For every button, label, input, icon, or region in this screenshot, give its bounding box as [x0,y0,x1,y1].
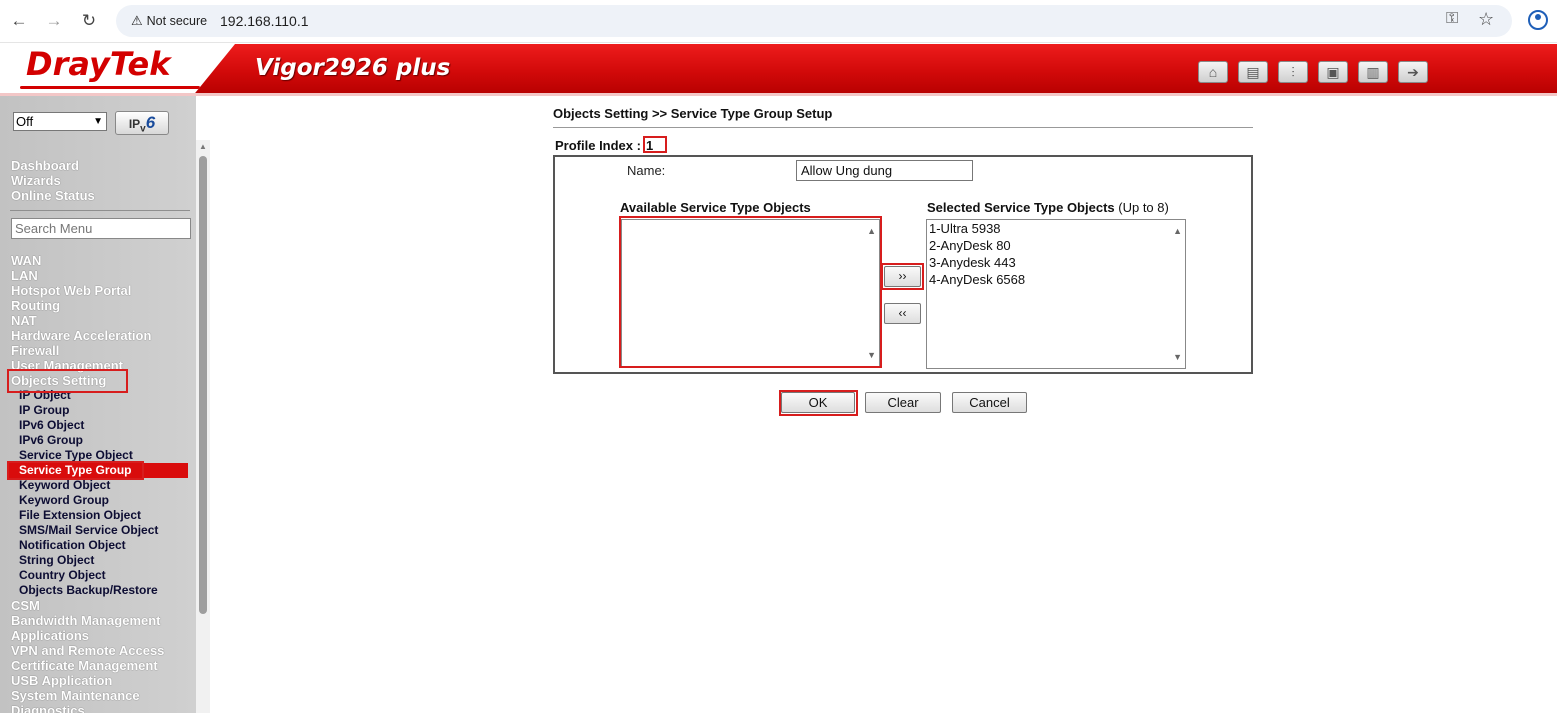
list-item[interactable]: 4-AnyDesk 6568 [929,271,1185,288]
url-text[interactable]: 192.168.110.1 [220,5,309,37]
mode-select-value: Off [16,114,34,129]
logout-icon[interactable]: ➔ [1398,61,1428,83]
profile-index-label: Profile Index : [555,138,641,153]
sidebar-item-certificate[interactable]: Certificate Management [11,658,158,673]
quick-start-icon[interactable]: ▤ [1238,61,1268,83]
search-menu-input[interactable]: Search Menu [11,218,191,239]
sidebar-item-online-status[interactable]: Online Status [11,188,95,203]
sidebar-subitem-sms-mail[interactable]: SMS/Mail Service Object [19,523,158,538]
sidebar-item-system-maintenance[interactable]: System Maintenance [11,688,140,703]
sidebar-item-lan[interactable]: LAN [11,268,38,283]
sidebar-subitem-keyword-group[interactable]: Keyword Group [19,493,109,508]
sidebar-item-diagnostics[interactable]: Diagnostics [11,703,85,713]
mode-select[interactable]: Off ▼ [13,112,107,131]
sidebar-subitem-service-type-object[interactable]: Service Type Object [19,448,133,463]
logo-swoosh [20,86,200,89]
sidebar-item-dashboard[interactable]: Dashboard [11,158,79,173]
chevron-down-icon: ▼ [93,116,103,127]
remove-from-selected-button[interactable]: ‹‹ [884,303,921,324]
scroll-up-icon[interactable]: ▲ [199,142,207,151]
warning-icon: ⚠ [131,13,143,28]
banner-strip [0,93,1557,96]
name-input[interactable]: Allow Ung dung [796,160,973,181]
ipv6-label-prefix: IP [128,117,141,131]
cancel-button[interactable]: Cancel [952,392,1027,413]
name-label: Name: [627,163,666,178]
sidebar-subitem-service-type-group[interactable]: Service Type Group [19,463,131,478]
sidebar-subitem-file-extension[interactable]: File Extension Object [19,508,141,523]
router-banner: DrayTek Vigor2926 plus ⌂ ▤ ⫶ ▣ ▥ ➔ [0,44,1557,96]
security-label: Not secure [146,14,208,28]
title-divider [553,127,1253,128]
security-chip[interactable]: ⚠ Not secure [125,9,213,33]
sidebar-item-usb[interactable]: USB Application [11,673,112,688]
sidebar-item-bandwidth[interactable]: Bandwidth Management [11,613,161,628]
manual-book-icon[interactable]: ▥ [1358,61,1388,83]
sidebar-menu: Off ▼ IPv6 Dashboard Wizards Online Statu… [0,96,196,713]
sidebar-subitem-ip-group[interactable]: IP Group [19,403,69,418]
selected-objects-label: Selected Service Type Objects (Up to 8) [927,200,1169,215]
selected-objects-title: Selected Service Type Objects [927,200,1115,215]
list-scroll-down-icon[interactable]: ▼ [867,347,876,364]
logo-area: DrayTek [0,44,235,96]
address-bar[interactable]: ⚠ Not secure 192.168.110.1 ⚿ ☆ [116,5,1512,37]
profile-avatar-icon[interactable] [1528,10,1548,30]
home-icon[interactable]: ⌂ [1198,61,1228,83]
sidebar-subitem-ip-object[interactable]: IP Object [19,388,71,403]
sidebar-scrollbar[interactable]: ▲ [196,140,210,713]
ipv6-label-6: 6 [145,113,156,132]
list-scroll-up-icon[interactable]: ▲ [867,223,876,240]
sidebar-item-user-management[interactable]: User Management [11,358,123,373]
sidebar-item-firewall[interactable]: Firewall [11,343,59,358]
page-title: Objects Setting >> Service Type Group Se… [553,106,833,121]
sidebar-item-objects-setting[interactable]: Objects Setting [11,373,106,388]
sidebar-subitem-notification[interactable]: Notification Object [19,538,126,553]
model-name: Vigor2926 plus [255,55,451,81]
password-key-icon[interactable]: ⚿ [1446,10,1458,28]
available-objects-label: Available Service Type Objects [620,200,811,215]
ipv6-button[interactable]: IPv6 [115,111,169,135]
draytek-logo: DrayTek [26,45,171,83]
sidebar-subitem-objects-backup[interactable]: Objects Backup/Restore [19,583,158,598]
sidebar-subitem-ipv6-object[interactable]: IPv6 Object [19,418,84,433]
selected-objects-limit: (Up to 8) [1118,200,1169,215]
list-item[interactable]: 3-Anydesk 443 [929,254,1185,271]
sidebar-subitem-string-object[interactable]: String Object [19,553,94,568]
clear-button[interactable]: Clear [865,392,941,413]
settings-sliders-icon[interactable]: ⫶ [1278,61,1308,83]
back-arrow-icon[interactable]: ← [8,10,30,32]
forward-arrow-icon[interactable]: → [43,10,65,32]
sidebar-item-hw-accel[interactable]: Hardware Acceleration [11,328,151,343]
save-icon[interactable]: ▣ [1318,61,1348,83]
bookmark-star-icon[interactable]: ☆ [1478,9,1494,30]
sidebar-item-applications[interactable]: Applications [11,628,89,643]
sidebar-item-routing[interactable]: Routing [11,298,60,313]
list-scroll-up-icon[interactable]: ▲ [1173,223,1182,240]
browser-toolbar: ← → ↻ ⚠ Not secure 192.168.110.1 ⚿ ☆ [0,0,1557,43]
sidebar-subitem-country-object[interactable]: Country Object [19,568,106,583]
sidebar-subitem-ipv6-group[interactable]: IPv6 Group [19,433,83,448]
sidebar-item-hotspot[interactable]: Hotspot Web Portal [11,283,131,298]
sidebar-item-wan[interactable]: WAN [11,253,41,268]
sidebar-item-nat[interactable]: NAT [11,313,37,328]
ok-button[interactable]: OK [781,392,855,413]
scrollbar-thumb[interactable] [199,156,207,614]
list-scroll-down-icon[interactable]: ▼ [1173,349,1182,366]
list-item[interactable]: 1-Ultra 5938 [929,220,1185,237]
sidebar-item-csm[interactable]: CSM [11,598,40,613]
list-item[interactable]: 2-AnyDesk 80 [929,237,1185,254]
sidebar-item-wizards[interactable]: Wizards [11,173,61,188]
selected-objects-list[interactable]: 1-Ultra 5938 2-AnyDesk 80 3-Anydesk 443 … [926,219,1186,369]
profile-index-value: 1 [646,138,654,153]
sidebar-item-vpn[interactable]: VPN and Remote Access [11,643,164,658]
available-objects-list[interactable]: ▲ ▼ [621,219,880,367]
reload-icon[interactable]: ↻ [78,10,100,32]
add-to-selected-button[interactable]: ›› [884,266,921,287]
sidebar-subitem-keyword-object[interactable]: Keyword Object [19,478,110,493]
sidebar-divider [10,210,190,211]
